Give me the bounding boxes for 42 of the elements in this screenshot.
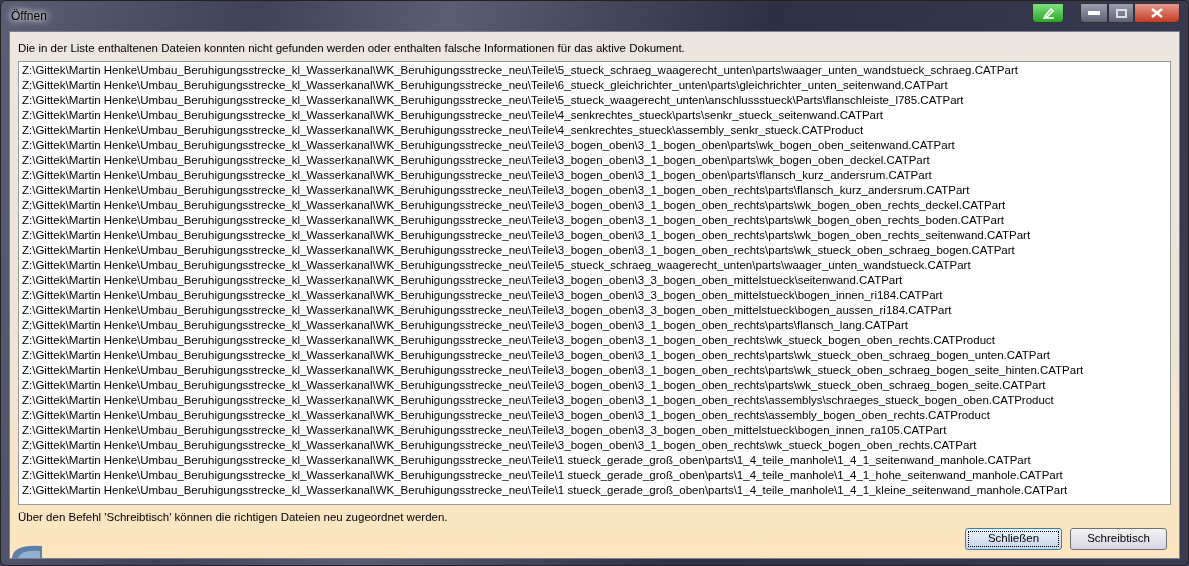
file-path[interactable]: Z:\Gittek\Martin Henke\Umbau_Beruhigungsstrecke_kl_Wasserkanal\WK_Beruhigungsstrecke_neu\Teile\3_bogen_oben\3_1_bogen_oben\parts\flansch_kurz_andersrum.CATPart [22, 168, 1167, 184]
dialog-button[interactable]: Schließen [965, 528, 1062, 550]
file-path[interactable]: Z:\Gittek\Martin Henke\Umbau_Beruhigungsstrecke_kl_Wasserkanal\WK_Beruhigungsstrecke_neu\Teile\3_bogen_oben\3_1_bogen_oben\parts\wk_bogen_oben_deckel.CATPart [22, 153, 1167, 169]
file-path[interactable]: Z:\Gittek\Martin Henke\Umbau_Beruhigungsstrecke_kl_Wasserkanal\WK_Beruhigungsstrecke_neu\Teile\1 stueck_gerade_groß_oben\parts\1_4_teile_manhole\1_4_1_seitenwand_manhole.CATPart [22, 453, 1167, 469]
file-path[interactable]: Z:\Gittek\Martin Henke\Umbau_Beruhigungsstrecke_kl_Wasserkanal\WK_Beruhigungsstrecke_neu\Teile\3_bogen_oben\3_1_bogen_oben_rechts\parts\flansch_kurz_andersrum.CATPart [22, 183, 1167, 199]
file-path[interactable]: Z:\Gittek\Martin Henke\Umbau_Beruhigungsstrecke_kl_Wasserkanal\WK_Beruhigungsstrecke_neu\Teile\4_senkrechtes_stueck\assembly_senkr_stueck.CATProduct [22, 123, 1167, 139]
minimize-icon [1088, 11, 1100, 15]
maximize-button[interactable] [1108, 3, 1134, 23]
file-path[interactable]: Z:\Gittek\Martin Henke\Umbau_Beruhigungsstrecke_kl_Wasserkanal\WK_Beruhigungsstrecke_neu\Teile\3_bogen_oben\3_3_bogen_oben_mittelstueck\bogen_aussen_ri184.CATPart [22, 303, 1167, 319]
file-path[interactable]: Z:\Gittek\Martin Henke\Umbau_Beruhigungsstrecke_kl_Wasserkanal\WK_Beruhigungsstrecke_neu\Teile\3_bogen_oben\3_1_bogen_oben_rechts\assemblys\schraeges_stueck_bogen_oben.CATProduct [22, 393, 1167, 409]
file-path[interactable]: Z:\Gittek\Martin Henke\Umbau_Beruhigungsstrecke_kl_Wasserkanal\WK_Beruhigungsstrecke_neu\Teile\3_bogen_oben\3_1_bogen_oben_rechts\assembly_bogen_oben_rechts.CATProduct [22, 408, 1167, 424]
dialog-button[interactable]: Schreibtisch [1070, 528, 1167, 550]
close-button[interactable] [1134, 3, 1180, 23]
message-text: Die in der Liste enthaltenen Dateien konnten nicht gefunden werden oder enthalten falsche Informationen für das aktive Dokument. [18, 41, 686, 56]
file-path[interactable]: Z:\Gittek\Martin Henke\Umbau_Beruhigungsstrecke_kl_Wasserkanal\WK_Beruhigungsstrecke_neu\Teile\3_bogen_oben\3_1_bogen_oben_rechts\wk_stueck_bogen_oben_rechts.CATPart [22, 438, 1167, 454]
file-path[interactable]: Z:\Gittek\Martin Henke\Umbau_Beruhigungsstrecke_kl_Wasserkanal\WK_Beruhigungsstrecke_neu\Teile\3_bogen_oben\3_1_bogen_oben_rechts\parts\wk_stueck_oben_schraeg_bogen_unten.CATPart [22, 348, 1167, 364]
file-path[interactable]: Z:\Gittek\Martin Henke\Umbau_Beruhigungsstrecke_kl_Wasserkanal\WK_Beruhigungsstrecke_neu\Teile\3_bogen_oben\3_1_bogen_oben_rechts\parts\wk_stueck_oben_schraeg_bogen_seite.CATPart [22, 378, 1167, 394]
file-path[interactable]: Z:\Gittek\Martin Henke\Umbau_Beruhigungsstrecke_kl_Wasserkanal\WK_Beruhigungsstrecke_neu\Teile\3_bogen_oben\3_1_bogen_oben_rechts\parts\wk_stueck_oben_schraeg_bogen_seite_hinten.CATPart [22, 363, 1167, 379]
file-path[interactable]: Z:\Gittek\Martin Henke\Umbau_Beruhigungsstrecke_kl_Wasserkanal\WK_Beruhigungsstrecke_neu\Teile\1 stueck_gerade_groß_oben\parts\1_4_teile_manhole\1_4_1_kleine_seitenwand_manhole.CATPart [22, 483, 1167, 499]
file-path[interactable]: Z:\Gittek\Martin Henke\Umbau_Beruhigungsstrecke_kl_Wasserkanal\WK_Beruhigungsstrecke_neu\Teile\3_bogen_oben\3_3_bogen_oben_mittelstueck\seitenwand.CATPart [22, 273, 1167, 289]
file-path[interactable]: Z:\Gittek\Martin Henke\Umbau_Beruhigungsstrecke_kl_Wasserkanal\WK_Beruhigungsstrecke_neu\Teile\4_senkrechtes_stueck\parts\senkr_stueck_seitenwand.CATPart [22, 108, 1167, 124]
file-path[interactable]: Z:\Gittek\Martin Henke\Umbau_Beruhigungsstrecke_kl_Wasserkanal\WK_Beruhigungsstrecke_neu\Teile\3_bogen_oben\3_1_bogen_oben_rechts\parts\flansch_lang.CATPart [22, 318, 1167, 334]
file-path[interactable]: Z:\Gittek\Martin Henke\Umbau_Beruhigungsstrecke_kl_Wasserkanal\WK_Beruhigungsstrecke_neu\Teile\5_stueck_schraeg_waagerecht_unten\parts\waager_unten_wandstueck_schraeg.CATPart [22, 63, 1167, 79]
file-path[interactable]: Z:\Gittek\Martin Henke\Umbau_Beruhigungsstrecke_kl_Wasserkanal\WK_Beruhigungsstrecke_neu\Teile\3_bogen_oben\3_1_bogen_oben_rechts\parts\wk_bogen_oben_rechts_boden.CATPart [22, 213, 1167, 229]
window-title: Öffnen [10, 8, 47, 25]
pen-icon [1041, 7, 1055, 19]
close-icon [1151, 8, 1163, 18]
hint-text: Über den Befehl 'Schreibtisch' können die richtigen Dateien neu zugeordnet werden. [18, 510, 449, 526]
file-path[interactable]: Z:\Gittek\Martin Henke\Umbau_Beruhigungsstrecke_kl_Wasserkanal\WK_Beruhigungsstrecke_neu\Teile\6_stueck_gleichrichter_unten\parts\gleichrichter_unten_seitenwand.CATPart [22, 78, 1167, 94]
file-path[interactable]: Z:\Gittek\Martin Henke\Umbau_Beruhigungsstrecke_kl_Wasserkanal\WK_Beruhigungsstrecke_neu\Teile\3_bogen_oben\3_1_bogen_oben\parts\wk_bogen_oben_seitenwand.CATPart [22, 138, 1167, 154]
file-path[interactable]: Z:\Gittek\Martin Henke\Umbau_Beruhigungsstrecke_kl_Wasserkanal\WK_Beruhigungsstrecke_neu\Teile\3_bogen_oben\3_3_bogen_oben_mittelstueck\bogen_innen_ri184.CATPart [22, 288, 1167, 304]
file-path[interactable]: Z:\Gittek\Martin Henke\Umbau_Beruhigungsstrecke_kl_Wasserkanal\WK_Beruhigungsstrecke_neu\Teile\5_stueck_schraeg_waagerecht_unten\parts\waager_unten_wandstueck.CATPart [22, 258, 1167, 274]
file-path[interactable]: Z:\Gittek\Martin Henke\Umbau_Beruhigungsstrecke_kl_Wasserkanal\WK_Beruhigungsstrecke_neu\Teile\3_bogen_oben\3_3_bogen_oben_mittelstueck\bogen_innen_ra105.CATPart [22, 423, 1167, 439]
file-path[interactable]: Z:\Gittek\Martin Henke\Umbau_Beruhigungsstrecke_kl_Wasserkanal\WK_Beruhigungsstrecke_neu\Teile\3_bogen_oben\3_1_bogen_oben_rechts\parts\wk_bogen_oben_rechts_seitenwand.CATPart [22, 228, 1167, 244]
maximize-icon [1115, 8, 1127, 18]
minimize-button[interactable] [1080, 3, 1108, 23]
file-path[interactable]: Z:\Gittek\Martin Henke\Umbau_Beruhigungsstrecke_kl_Wasserkanal\WK_Beruhigungsstrecke_neu\Teile\3_bogen_oben\3_1_bogen_oben_rechts\parts\wk_bogen_oben_rechts_deckel.CATPart [22, 198, 1167, 214]
app-button[interactable] [1032, 3, 1064, 23]
file-path[interactable]: Z:\Gittek\Martin Henke\Umbau_Beruhigungsstrecke_kl_Wasserkanal\WK_Beruhigungsstrecke_neu\Teile\3_bogen_oben\3_1_bogen_oben_rechts\wk_stueck_bogen_oben_rechts.CATProduct [22, 333, 1167, 349]
file-path[interactable]: Z:\Gittek\Martin Henke\Umbau_Beruhigungsstrecke_kl_Wasserkanal\WK_Beruhigungsstrecke_neu\Teile\5_stueck_waagerecht_unten\anschlussstueck\Parts\flanschleiste_l785.CATPart [22, 93, 1167, 109]
file-path[interactable]: Z:\Gittek\Martin Henke\Umbau_Beruhigungsstrecke_kl_Wasserkanal\WK_Beruhigungsstrecke_neu\Teile\3_bogen_oben\3_1_bogen_oben_rechts\parts\wk_stueck_oben_schraeg_bogen.CATPart [22, 243, 1167, 259]
file-path[interactable]: Z:\Gittek\Martin Henke\Umbau_Beruhigungsstrecke_kl_Wasserkanal\WK_Beruhigungsstrecke_neu\Teile\1 stueck_gerade_groß_oben\parts\1_4_teile_manhole\1_4_1_hohe_seitenwand_manhole.CATPart [22, 468, 1167, 484]
